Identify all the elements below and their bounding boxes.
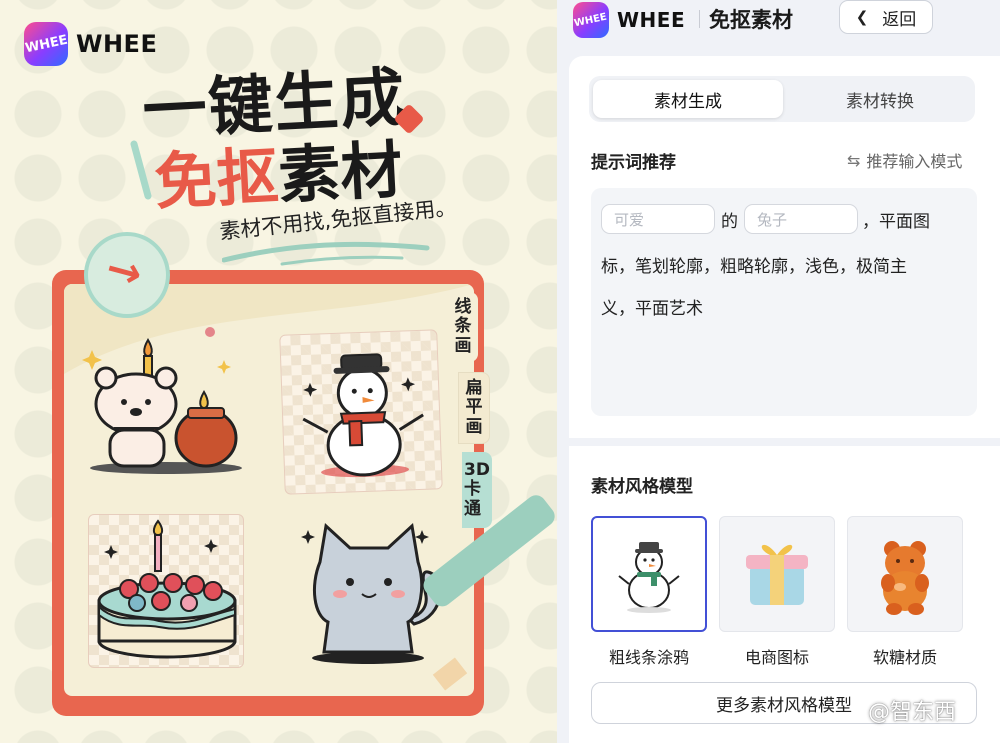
switch-input-mode-button[interactable]: ⇆ 推荐输入模式 — [847, 148, 962, 172]
style-label-doodle: 粗线条涂鸦 — [608, 648, 689, 667]
poster-brand-name: WHEE — [76, 30, 158, 58]
poster-style-tab-line: 线条画 — [448, 292, 478, 362]
header-divider — [699, 10, 700, 28]
prompt-text-tail: ，平面图 — [862, 211, 930, 232]
vertical-tab-char: 扁 — [465, 377, 483, 398]
back-button-label: 返回 — [882, 9, 917, 30]
back-button[interactable]: ❮ 返回 — [839, 0, 933, 34]
style-card-gummy[interactable] — [847, 516, 963, 632]
switch-input-mode-label: 推荐输入模式 — [866, 152, 963, 171]
sample-snowman-image — [279, 329, 443, 495]
poster-style-tab-3d: 3D 卡通 — [462, 452, 492, 528]
style-label-gummy: 软糖材质 — [872, 648, 937, 667]
prompt-line-2: 标，笔划轮廓，粗略轮廓，浅色，极简主 — [601, 257, 907, 277]
snowman-icon — [618, 542, 680, 613]
sample-cake-image — [88, 514, 244, 668]
sample-bear-image — [74, 320, 254, 480]
arrow-badge: ↘ — [84, 232, 170, 318]
poster-style-tab-flat: 扁平画 — [458, 372, 490, 444]
page-title: 免抠素材 — [709, 8, 793, 32]
vertical-tab-char: 画 — [454, 335, 472, 356]
prompt-line-3: 义，平面艺术 — [601, 299, 703, 319]
app-header: WHEE WHEE 免抠素材 ❮ 返回 — [557, 0, 1000, 46]
adjective-input[interactable]: 可爱 — [601, 204, 715, 234]
vertical-tab-char: 条 — [454, 316, 472, 337]
vertical-tab-char: 线 — [454, 296, 472, 317]
prompt-section-title: 提示词推荐 — [591, 153, 676, 173]
whee-logo-icon: WHEE — [23, 22, 69, 66]
prompt-connector: 的 — [721, 211, 738, 232]
poster-logo: WHEE WHEE — [23, 22, 158, 66]
app-logo[interactable]: WHEE WHEE — [573, 2, 685, 38]
vertical-tab-char: 通 — [464, 498, 482, 519]
app-brand-name: WHEE — [617, 8, 686, 32]
swap-arrows-icon: ⇆ — [847, 150, 861, 170]
tab-material-generate[interactable]: 素材生成 — [593, 80, 783, 118]
generate-panel: 素材生成 素材转换 提示词推荐 ⇆ 推荐输入模式 可爱 的 兔子 ，平面图 标，… — [569, 56, 1000, 438]
mint-stroke-decoration — [130, 140, 152, 200]
vertical-tab-char: 平 — [465, 397, 483, 418]
style-label-ecommerce: 电商图标 — [744, 648, 809, 667]
arrow-icon: ↘ — [96, 242, 152, 303]
watermark: @智东西 — [868, 700, 957, 725]
promo-poster: WHEE WHEE 一键生成 免抠素材 素材不用找,免抠直接用。 ↘ 线条画 扁… — [0, 0, 557, 743]
mode-tabs: 素材生成 素材转换 — [589, 76, 975, 122]
chevron-left-icon: ❮ — [855, 8, 869, 26]
app-panel: WHEE WHEE 免抠素材 ❮ 返回 素材生成 素材转换 提示词推荐 ⇆ 推荐… — [557, 0, 1000, 743]
prompt-line-1: 可爱 的 兔子 ，平面图 — [601, 204, 930, 234]
prompt-editor: 可爱 的 兔子 ，平面图 标，笔划轮廓，粗略轮廓，浅色，极简主 义，平面艺术 — [591, 188, 977, 416]
whee-logo-icon: WHEE — [573, 2, 609, 38]
vertical-tab-char: 画 — [465, 416, 483, 437]
style-card-ecommerce[interactable] — [719, 516, 835, 632]
gummy-bear-icon — [881, 541, 929, 615]
subject-input[interactable]: 兔子 — [744, 204, 858, 234]
vertical-tab-char: 3D — [464, 459, 490, 480]
swoosh-decoration — [222, 241, 430, 266]
vertical-tab-char: 卡 — [464, 479, 482, 500]
style-section-title: 素材风格模型 — [591, 477, 693, 497]
tab-material-convert[interactable]: 素材转换 — [785, 80, 975, 118]
gift-box-icon — [746, 544, 808, 605]
style-card-doodle[interactable] — [591, 516, 707, 632]
